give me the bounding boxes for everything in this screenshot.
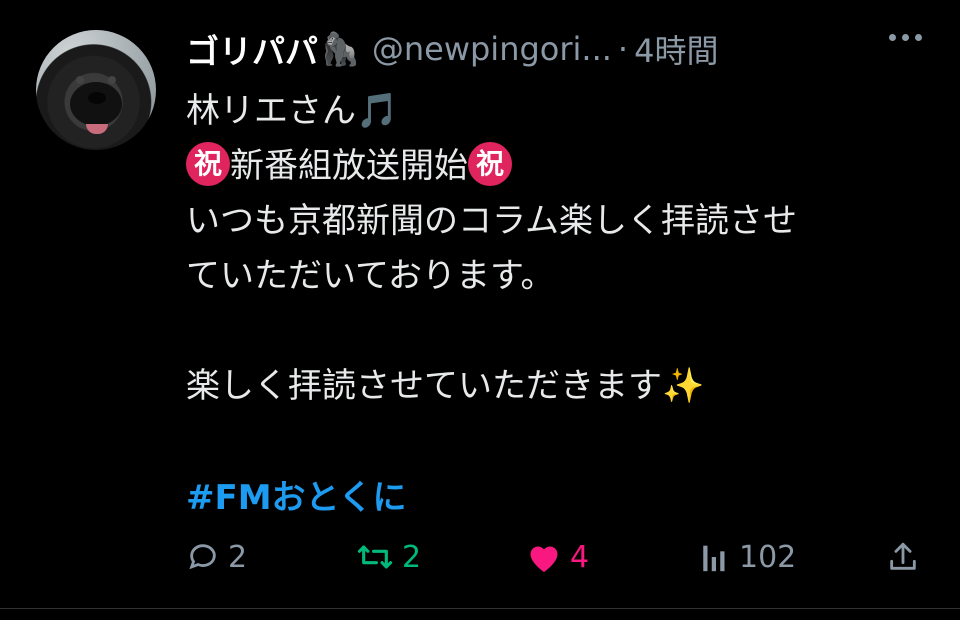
more-dot (902, 34, 909, 41)
text-line-2: 祝新番組放送開始祝 (186, 139, 916, 194)
text-line-2-content: 新番組放送開始 (230, 146, 468, 186)
text-line-5: 楽しく拝読させていただきます✨ (186, 366, 705, 406)
avatar-tongue (86, 124, 108, 134)
share-button[interactable] (886, 532, 920, 582)
reply-count: 2 (228, 539, 248, 575)
retweet-button[interactable]: 2 (356, 532, 421, 582)
share-icon (890, 542, 916, 570)
divider (0, 608, 960, 609)
like-button[interactable]: 4 (526, 532, 589, 582)
timestamp[interactable]: 4時間 (634, 26, 718, 72)
author-name[interactable]: ゴリパパ (186, 25, 318, 73)
retweet-count: 2 (402, 539, 422, 575)
tweet-header: ゴリパパ 🦍 @newpingori... · 4時間 (186, 26, 718, 72)
reply-button[interactable]: 2 (186, 532, 247, 582)
views-button[interactable]: 102 (701, 532, 796, 582)
tweet[interactable]: ゴリパパ 🦍 @newpingori... · 4時間 林リエさん🎵 祝新番組放… (0, 0, 960, 620)
tweet-text: 林リエさん🎵 祝新番組放送開始祝 いつも京都新聞のコラム楽しく拝読させ ていただ… (186, 84, 916, 526)
gorilla-emoji: 🦍 (320, 30, 360, 68)
heart-icon (530, 546, 558, 572)
views-icon (703, 545, 725, 572)
hashtag-link[interactable]: #FMおとくに (186, 478, 407, 518)
avatar-snout (70, 82, 122, 126)
celebration-emoji-right: 祝 (468, 141, 512, 186)
avatar-eye-left (76, 76, 84, 84)
avatar[interactable] (36, 30, 156, 150)
action-bar: 2 2 4 102 (186, 532, 926, 582)
hashtag-line: #FMおとくに (186, 471, 916, 526)
text-line-4: ていただいております。 (186, 256, 555, 296)
more-dot (915, 34, 922, 41)
view-count: 102 (739, 539, 797, 575)
retweet-icon (357, 545, 393, 569)
text-line-3: いつも京都新聞のコラム楽しく拝読させ (186, 201, 797, 241)
avatar-eye-right (108, 76, 116, 84)
more-dot (889, 34, 896, 41)
separator-dot: · (617, 30, 629, 68)
like-count: 4 (570, 539, 590, 575)
reply-icon (189, 544, 216, 570)
avatar-nose (88, 92, 106, 104)
text-line-1: 林リエさん🎵 (186, 91, 399, 131)
more-icon[interactable] (889, 34, 922, 41)
celebration-emoji-left: 祝 (186, 141, 230, 186)
author-handle[interactable]: @newpingori... (372, 30, 612, 68)
